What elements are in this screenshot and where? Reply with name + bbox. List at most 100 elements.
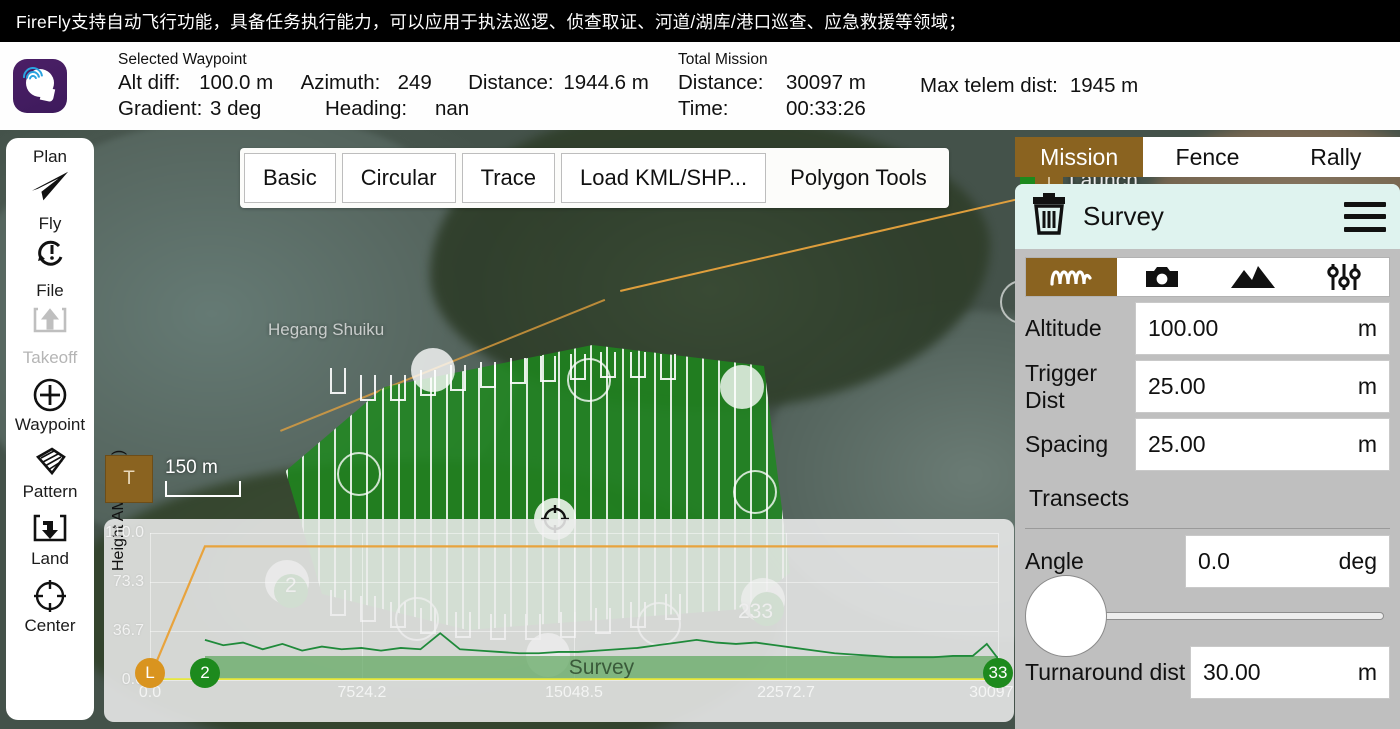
azimuth-value: 249	[398, 71, 469, 95]
sidebar-item-waypoint[interactable]: Waypoint	[6, 372, 94, 439]
chart-x-tick: 22572.7	[757, 684, 815, 702]
transect-marker[interactable]	[720, 365, 764, 409]
mission-distance-value: 30097 m	[786, 71, 906, 95]
gradient-value: 3 deg	[210, 97, 325, 121]
waypoint-distance-label: Distance:	[468, 71, 563, 95]
sidebar-label-land: Land	[31, 549, 69, 569]
spacing-label: Spacing	[1025, 431, 1135, 458]
chart-y-tick: 73.3	[113, 573, 144, 591]
camera-frame-icon	[540, 356, 556, 382]
survey-icon-tabs	[1025, 257, 1390, 297]
pattern-trace-button[interactable]: Trace	[462, 153, 555, 203]
tab-mission[interactable]: Mission	[1015, 137, 1143, 177]
sidebar-item-file[interactable]: File	[6, 278, 94, 345]
transect-marker[interactable]	[733, 470, 777, 514]
app-logo[interactable]	[0, 59, 80, 113]
chart-node-2[interactable]: 2	[190, 658, 220, 688]
sidebar-item-center[interactable]: Center	[6, 573, 94, 640]
trash-icon[interactable]	[1029, 193, 1069, 240]
sidebar-item-plan[interactable]: Plan	[6, 144, 94, 211]
map-scale-group: T 150 m	[105, 455, 241, 503]
angle-slider[interactable]	[1025, 588, 1390, 644]
section-divider	[1025, 528, 1390, 529]
trigger-dist-value: 25.00	[1148, 373, 1206, 400]
camera-frame-icon	[390, 375, 406, 401]
field-spacing: Spacing 25.00 m	[1015, 418, 1400, 471]
waypoint-plus-icon	[30, 375, 70, 415]
load-kml-shp-button[interactable]: Load KML/SHP...	[561, 153, 766, 203]
logo-icon	[13, 59, 67, 113]
gradient-label: Gradient:	[118, 97, 210, 121]
file-upload-icon	[30, 301, 70, 341]
transect-marker[interactable]	[567, 358, 611, 402]
pattern-circular-button[interactable]: Circular	[342, 153, 456, 203]
promo-banner: FireFly支持自动飞行功能，具备任务执行能力，可以应用于执法巡逻、侦查取证、…	[0, 0, 1400, 42]
survey-grid-icon	[1048, 264, 1094, 290]
sidebar-item-pattern[interactable]: Pattern	[6, 439, 94, 506]
transects-section-label: Transects	[1015, 471, 1400, 512]
azimuth-label: Azimuth:	[301, 71, 398, 95]
terrain-toggle-button[interactable]: T	[105, 455, 153, 503]
angle-input[interactable]: 0.0 deg	[1185, 535, 1390, 588]
plan-paper-plane-icon	[30, 167, 70, 207]
pattern-basic-button[interactable]: Basic	[244, 153, 336, 203]
total-mission-row-1: Distance: 30097 m	[678, 71, 908, 95]
chart-node-L[interactable]: L	[135, 658, 165, 688]
map-scale-bar: 150 m	[165, 455, 241, 497]
tab-rally[interactable]: Rally	[1272, 137, 1400, 177]
chart-gridline	[150, 680, 998, 681]
chart-series-svg	[150, 533, 998, 680]
angle-value: 0.0	[1198, 548, 1230, 575]
land-arrow-icon	[30, 509, 70, 549]
polygon-tools-button[interactable]: Polygon Tools	[772, 153, 945, 203]
sliders-settings-icon	[1327, 263, 1361, 291]
sidebar-item-land[interactable]: Land	[6, 506, 94, 573]
tab-fence[interactable]: Fence	[1143, 137, 1271, 177]
transect-marker[interactable]	[411, 348, 455, 392]
alt-diff-label: Alt diff:	[118, 71, 199, 95]
trigger-dist-input[interactable]: 25.00 m	[1135, 360, 1390, 413]
sidebar-item-fly[interactable]: Fly	[6, 211, 94, 278]
trigger-dist-unit: m	[1358, 373, 1377, 400]
chart-node-33[interactable]: 33	[983, 658, 1013, 688]
chart-x-tick: 15048.5	[545, 684, 603, 702]
waypoint-distance-value: 1944.6 m	[563, 71, 678, 95]
chart-y-axis-label: Height AMSL (m)	[110, 549, 128, 571]
angle-slider-handle[interactable]	[1025, 575, 1107, 657]
total-mission-row-2: Time: 00:33:26	[678, 97, 908, 121]
selected-waypoint-title: Selected Waypoint	[118, 51, 678, 69]
altitude-input[interactable]: 100.00 m	[1135, 302, 1390, 355]
camera-icon	[1144, 264, 1180, 290]
transect-marker[interactable]	[337, 452, 381, 496]
mission-time-label: Time:	[678, 97, 786, 121]
sidebar-label-center: Center	[24, 616, 75, 636]
mission-time-value: 00:33:26	[786, 97, 906, 121]
tab-camera[interactable]	[1117, 258, 1208, 296]
selected-waypoint-row-2: Gradient: 3 deg Heading: nan	[118, 97, 678, 121]
spacing-input[interactable]: 25.00 m	[1135, 418, 1390, 471]
camera-frame-icon	[480, 362, 496, 388]
tab-settings[interactable]	[1298, 258, 1389, 296]
hamburger-menu-icon[interactable]	[1344, 202, 1386, 232]
selected-waypoint-group: Selected Waypoint Alt diff: 100.0 m Azim…	[118, 51, 678, 121]
center-crosshair-icon	[30, 576, 70, 616]
chart-plot-area[interactable]: 0.036.773.3110.00.07524.215048.522572.73…	[150, 533, 998, 680]
camera-frame-icon	[360, 375, 376, 401]
angle-slider-track[interactable]	[1077, 612, 1384, 620]
tab-survey-grid[interactable]	[1026, 258, 1117, 296]
spacing-value: 25.00	[1148, 431, 1206, 458]
turnaround-dist-input[interactable]: 30.00 m	[1190, 646, 1390, 699]
max-telem-group: Max telem dist: 1945 m	[920, 74, 1138, 98]
total-mission-group: Total Mission Distance: 30097 m Time: 00…	[678, 51, 908, 121]
tab-terrain[interactable]	[1208, 258, 1299, 296]
left-toolbar: Plan Fly File	[6, 138, 94, 720]
mission-distance-label: Distance:	[678, 71, 786, 95]
spacing-unit: m	[1358, 431, 1377, 458]
sidebar-item-takeoff[interactable]: Takeoff	[6, 345, 94, 372]
field-altitude: Altitude 100.00 m	[1015, 302, 1400, 355]
turnaround-dist-value: 30.00	[1203, 659, 1261, 686]
chart-x-tick: 7524.2	[338, 684, 387, 702]
max-telem-label: Max telem dist:	[920, 74, 1058, 98]
panel-header: Survey	[1015, 184, 1400, 249]
sidebar-label-takeoff: Takeoff	[23, 348, 78, 368]
